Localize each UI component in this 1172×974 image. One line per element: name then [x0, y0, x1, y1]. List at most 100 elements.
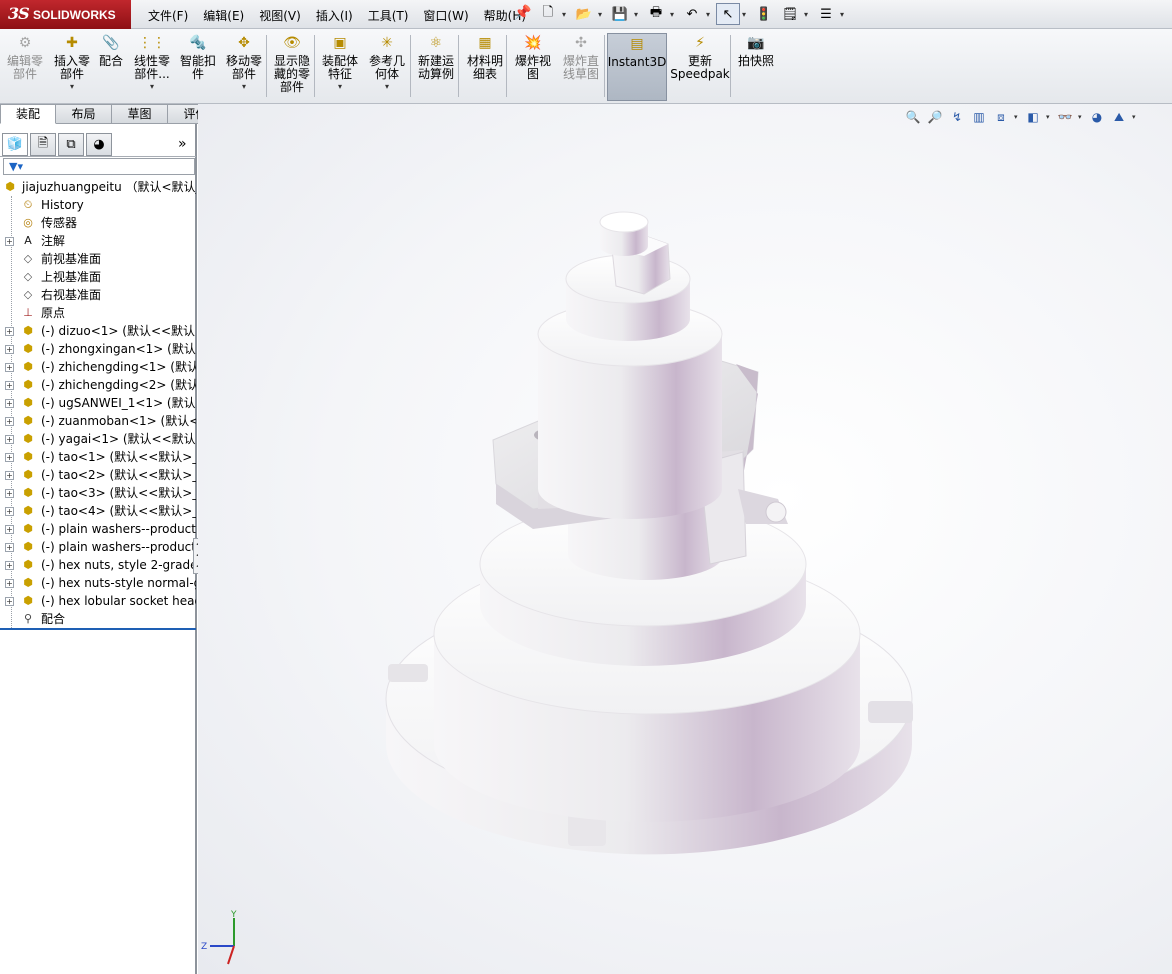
bill-of-materials-button[interactable]: ▦ 材料明 细表 [462, 33, 508, 101]
expand-toggle-icon[interactable]: + [5, 579, 14, 588]
display-manager-tab-icon[interactable]: ◕ [86, 133, 112, 156]
smart-fasteners-button[interactable]: 🔩 智能扣 件 [176, 33, 220, 101]
expand-toggle-icon[interactable]: + [5, 381, 14, 390]
file-properties-icon[interactable]: 🗒 [778, 3, 802, 25]
dropdown-arrow-icon[interactable]: ▾ [385, 82, 389, 91]
dropdown-arrow-icon[interactable]: ▾ [742, 10, 750, 19]
configuration-manager-tab-icon[interactable]: ⧉ [58, 133, 84, 156]
tree-item[interactable]: + ⬢ (-) plain washers--product [0, 538, 196, 556]
menu-item[interactable]: 视图(V) [259, 7, 309, 24]
dropdown-arrow-icon[interactable]: ▾ [338, 82, 342, 91]
expand-toggle-icon[interactable]: + [5, 543, 14, 552]
feature-manager-tab-icon[interactable]: 🧊 [2, 133, 28, 156]
dropdown-arrow-icon[interactable]: ▾ [804, 10, 812, 19]
expand-toggle-icon[interactable]: + [5, 345, 14, 354]
exploded-view-button[interactable]: 💥 爆炸视 图 [510, 33, 556, 101]
insert-component-button-label: 插入零 部件 [53, 54, 90, 81]
select-cursor-icon[interactable]: ↖ [716, 3, 740, 25]
tree-item[interactable]: + ⬢ (-) ugSANWEI_1<1> (默认<<默 [0, 394, 196, 412]
tree-item[interactable]: + ⬢ (-) plain washers--product [0, 520, 196, 538]
tree-item[interactable]: ⚲ 配合 [0, 610, 196, 628]
mate-button[interactable]: 📎 配合 [96, 33, 126, 101]
dropdown-arrow-icon[interactable]: ▾ [70, 82, 74, 91]
expand-toggle-icon[interactable]: + [5, 327, 14, 336]
dropdown-arrow-icon[interactable]: ▾ [706, 10, 714, 19]
options-icon[interactable]: ☰ [814, 3, 838, 25]
new-document-icon[interactable]: 🗋 [536, 3, 560, 25]
dropdown-arrow-icon[interactable]: ▾ [598, 10, 606, 19]
expand-toggle-icon[interactable]: + [5, 363, 14, 372]
undo-icon[interactable]: ↶ [680, 3, 704, 25]
expand-toggle-icon[interactable]: + [5, 435, 14, 444]
dropdown-arrow-icon[interactable]: ▾ [840, 10, 848, 19]
expand-panel-icon[interactable]: » [178, 136, 187, 152]
dropdown-arrow-icon[interactable]: ▾ [670, 10, 678, 19]
menu-item[interactable]: 窗口(W) [423, 7, 476, 24]
tree-item[interactable]: + ⬢ (-) yagai<1> (默认<<默认>_显 [0, 430, 196, 448]
edit-component-button[interactable]: ⚙ 编辑零 部件 [4, 33, 46, 101]
dropdown-arrow-icon[interactable]: ▾ [562, 10, 570, 19]
save-icon[interactable]: 💾 [608, 3, 632, 25]
assembly-model[interactable] [198, 104, 1172, 974]
expand-toggle-icon[interactable]: + [5, 507, 14, 516]
tab-3[interactable]: 草图 [112, 104, 168, 124]
tree-item[interactable]: + ⬢ (-) zuanmoban<1> (默认<<默认 [0, 412, 196, 430]
tab-1[interactable]: 装配体 [0, 104, 56, 139]
expand-toggle-icon[interactable]: + [5, 399, 14, 408]
smart-fasteners-icon: 🔩 [189, 35, 207, 51]
tree-item[interactable]: + A 注解 [0, 232, 196, 250]
tree-item[interactable]: + ⬢ (-) dizuo<1> (默认<<默认>_显 [0, 322, 196, 340]
tree-item[interactable]: ⊥ 原点 [0, 304, 196, 322]
linear-pattern-button[interactable]: ⋮⋮ 线性零 部件... ▾ [130, 33, 174, 101]
tree-item[interactable]: ◎ 传感器 [0, 214, 196, 232]
property-manager-tab-icon[interactable]: 🗎 [30, 133, 56, 156]
dropdown-arrow-icon[interactable]: ▾ [150, 82, 154, 91]
update-speedpak-button[interactable]: ⚡ 更新 Speedpak [670, 33, 730, 101]
menu-item[interactable]: 文件(F) [148, 7, 196, 24]
tree-item[interactable]: ◇ 前视基准面 [0, 250, 196, 268]
tree-item[interactable]: ⏲ History [0, 196, 196, 214]
menu-item[interactable]: 工具(T) [368, 7, 417, 24]
expand-toggle-icon[interactable]: + [5, 453, 14, 462]
open-icon[interactable]: 📂 [572, 3, 596, 25]
expand-toggle-icon[interactable]: + [5, 525, 14, 534]
tree-item[interactable]: + ⬢ (-) tao<1> (默认<<默认>_显示 [0, 448, 196, 466]
solidworks-logo[interactable]: 3S SOLIDWORKS [0, 0, 131, 29]
expand-toggle-icon[interactable]: + [5, 471, 14, 480]
dropdown-arrow-icon[interactable]: ▾ [242, 82, 246, 91]
new-motion-study-button[interactable]: ⚛ 新建运 动算例 [413, 33, 459, 101]
menu-item[interactable]: 插入(I) [316, 7, 361, 24]
tree-item[interactable]: + ⬢ (-) zhongxingan<1> (默认<<默认 [0, 340, 196, 358]
tree-item[interactable]: ◇ 上视基准面 [0, 268, 196, 286]
take-snapshot-button[interactable]: 📷 拍快照 [734, 33, 778, 101]
assembly-features-button[interactable]: ▣ 装配体 特征 ▾ [318, 33, 362, 101]
insert-component-button[interactable]: ✚ 插入零 部件 ▾ [50, 33, 94, 101]
dropdown-arrow-icon[interactable]: ▾ [634, 10, 642, 19]
tree-filter-input[interactable]: ▼▾ [3, 158, 195, 175]
tree-item[interactable]: + ⬢ (-) tao<4> (默认<<默认>_显示 [0, 502, 196, 520]
tree-item[interactable]: + ⬢ (-) hex nuts-style normal-g [0, 574, 196, 592]
tree-item[interactable]: + ⬢ (-) hex nuts, style 2-grades [0, 556, 196, 574]
pin-menu-icon[interactable]: 📌 [514, 5, 531, 23]
expand-toggle-icon[interactable]: + [5, 417, 14, 426]
tree-item[interactable]: + ⬢ (-) zhichengding<1> (默认<<默 [0, 358, 196, 376]
tree-item[interactable]: + ⬢ (-) zhichengding<2> (默认<<默 [0, 376, 196, 394]
tree-item[interactable]: + ⬢ (-) hex lobular socket head [0, 592, 196, 610]
expand-toggle-icon[interactable]: + [5, 237, 14, 246]
tree-item[interactable]: + ⬢ (-) tao<2> (默认<<默认>_显示 [0, 466, 196, 484]
rebuild-traffic-light-icon[interactable]: 🚦 [752, 3, 776, 25]
tree-root[interactable]: ⬢ jiajuzhuangpeitu （默认<默认_显 [0, 178, 196, 196]
menu-item[interactable]: 编辑(E) [203, 7, 252, 24]
tree-item[interactable]: + ⬢ (-) tao<3> (默认<<默认>_显示 [0, 484, 196, 502]
show-hidden-components-button[interactable]: 👁 显示隐 藏的零 部件 [270, 33, 314, 101]
expand-toggle-icon[interactable]: + [5, 597, 14, 606]
instant3d-button[interactable]: ▤ Instant3D [607, 33, 667, 101]
explode-line-sketch-button[interactable]: ✣ 爆炸直 线草图 [558, 33, 604, 101]
move-component-button[interactable]: ✥ 移动零 部件 ▾ [222, 33, 266, 101]
tree-item[interactable]: ◇ 右视基准面 [0, 286, 196, 304]
reference-geometry-button[interactable]: ✳ 参考几 何体 ▾ [364, 33, 410, 101]
expand-toggle-icon[interactable]: + [5, 489, 14, 498]
tab-2[interactable]: 布局 [56, 104, 112, 124]
expand-toggle-icon[interactable]: + [5, 561, 14, 570]
print-icon[interactable]: 🖶 [644, 3, 668, 25]
